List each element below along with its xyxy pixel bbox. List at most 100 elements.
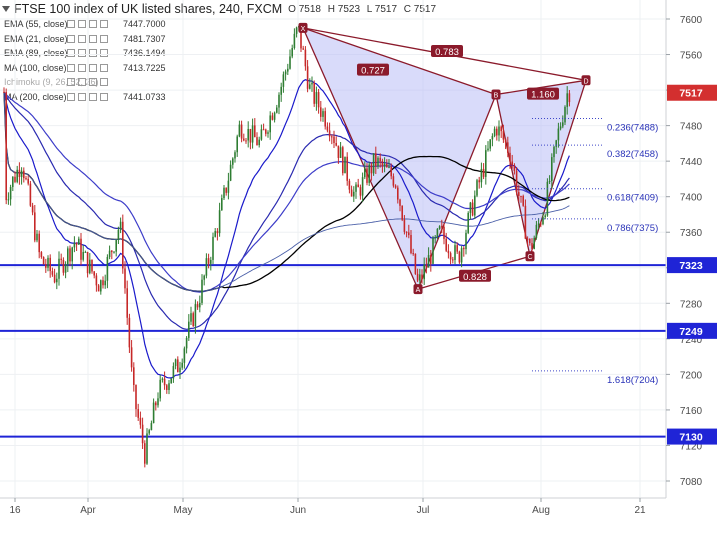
pattern-point-text: C xyxy=(527,254,532,261)
candle-body xyxy=(372,153,375,174)
candle-body xyxy=(326,126,329,131)
fib-level: 0.786(7375) xyxy=(532,218,658,234)
candle xyxy=(166,383,168,394)
candle-body xyxy=(256,137,258,146)
price-tag-text: 7517 xyxy=(679,88,703,100)
candle xyxy=(223,184,225,201)
candle-body xyxy=(243,138,245,141)
candle xyxy=(119,217,122,234)
candle xyxy=(141,417,144,449)
candle-body xyxy=(436,228,439,238)
candle-body xyxy=(234,152,236,159)
candle-body xyxy=(504,139,507,143)
pattern-ratio-text: 0.828 xyxy=(463,272,487,283)
candle-body xyxy=(432,238,434,264)
candle-body xyxy=(434,237,436,239)
candle-body xyxy=(328,130,331,137)
candle xyxy=(148,428,150,436)
candle-body xyxy=(511,161,513,166)
candle-body xyxy=(458,251,461,263)
candle xyxy=(113,251,115,254)
candle-body xyxy=(401,205,403,220)
candle-body xyxy=(23,170,25,179)
candle-body xyxy=(100,280,102,292)
candle-body xyxy=(80,238,82,260)
candle-body xyxy=(502,131,505,140)
candle xyxy=(91,259,93,274)
pattern-ratio-label: 1.160 xyxy=(527,87,559,101)
candle xyxy=(243,133,245,142)
candle-body xyxy=(557,128,560,141)
candle-body xyxy=(67,248,69,265)
candle-body xyxy=(201,279,203,303)
candle-body xyxy=(551,157,553,181)
candle xyxy=(16,165,18,184)
candle xyxy=(267,130,269,138)
y-tick-label: 7600 xyxy=(680,15,703,26)
candle xyxy=(144,440,146,468)
candle-body xyxy=(392,176,395,186)
candle-body xyxy=(489,139,491,149)
x-tick-label: 21 xyxy=(634,505,646,516)
candle-body xyxy=(529,238,531,244)
candle xyxy=(111,250,113,260)
candle xyxy=(401,205,403,222)
candle xyxy=(485,145,487,185)
candle xyxy=(496,126,498,141)
candle xyxy=(276,104,278,114)
candle-body xyxy=(49,257,51,272)
price-chart[interactable]: 0.236(7488) 0.382(7458) 0.618(7409) 0.786(7… xyxy=(0,0,725,543)
candle-body xyxy=(210,259,212,264)
candle xyxy=(194,299,197,334)
candle xyxy=(564,105,566,126)
price-tag-text: 7323 xyxy=(679,260,703,272)
candle-body xyxy=(203,275,205,280)
candle-body xyxy=(124,268,126,289)
candle-body xyxy=(58,258,60,279)
candle-body xyxy=(73,243,76,248)
candle-body xyxy=(60,258,62,260)
current-price-tag: 7517 xyxy=(667,84,717,101)
candle-body xyxy=(75,243,78,245)
candle xyxy=(130,340,133,372)
candle-body xyxy=(3,91,5,93)
candle xyxy=(207,253,210,269)
candle-body xyxy=(454,245,456,260)
candle-body xyxy=(240,124,243,139)
candle-body xyxy=(223,187,225,199)
candle-body xyxy=(93,271,95,276)
x-tick-label: Jun xyxy=(290,505,306,516)
candle xyxy=(295,26,298,38)
candle xyxy=(82,245,84,262)
candle-body xyxy=(498,126,500,136)
candle-body xyxy=(212,236,214,260)
candle-body xyxy=(425,264,428,268)
candle xyxy=(357,178,359,188)
candle xyxy=(493,126,496,138)
candle-body xyxy=(293,33,296,49)
candle xyxy=(126,280,128,325)
candle-body xyxy=(533,237,535,249)
candle xyxy=(449,251,452,265)
candle xyxy=(12,176,14,192)
candle xyxy=(177,356,179,373)
candle-body xyxy=(192,313,194,326)
candle-body xyxy=(5,92,7,201)
candle-body xyxy=(130,347,133,368)
candle xyxy=(361,172,364,202)
candle xyxy=(93,270,95,279)
candle xyxy=(498,120,500,142)
candle-body xyxy=(117,229,120,240)
candle xyxy=(203,274,205,286)
candle xyxy=(196,301,199,310)
candle xyxy=(353,186,355,202)
candle-body xyxy=(383,163,386,167)
candle xyxy=(135,384,137,417)
candle-body xyxy=(262,129,265,131)
pattern-ratio-text: 0.727 xyxy=(361,66,385,77)
y-tick-label: 7400 xyxy=(680,193,703,204)
candle xyxy=(309,78,311,90)
candle xyxy=(273,111,276,123)
candle-body xyxy=(370,164,373,174)
price-tag-text: 7130 xyxy=(679,432,703,444)
